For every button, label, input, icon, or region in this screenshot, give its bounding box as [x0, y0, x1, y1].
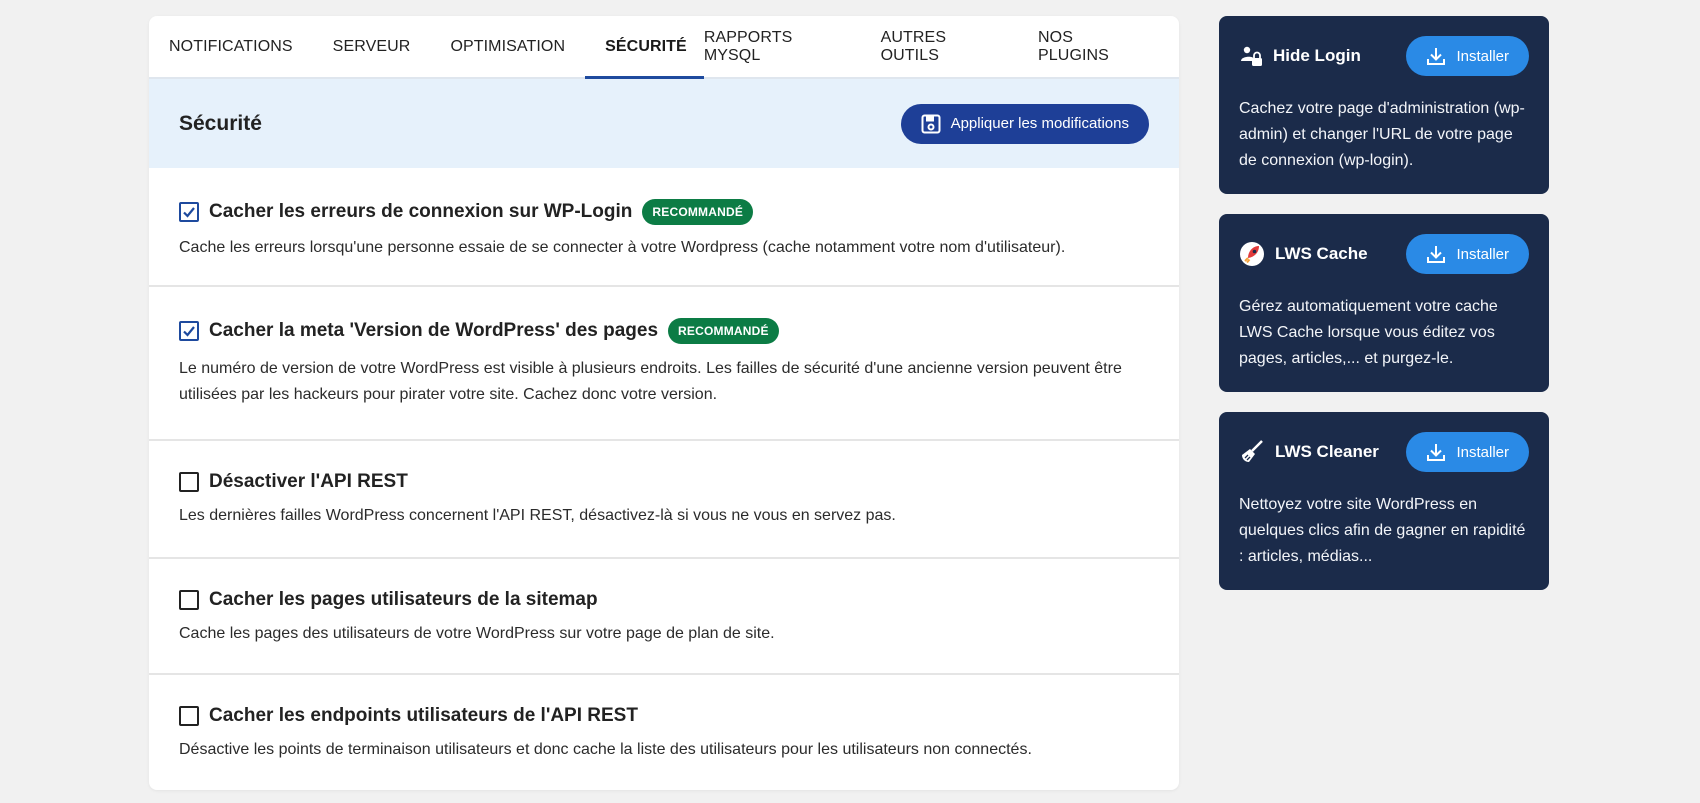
rocket-icon [1240, 242, 1264, 266]
option-hide-rest-user-endpoints: Cacher les endpoints utilisateurs de l'A… [149, 675, 1179, 763]
checkbox-hide-wp-version[interactable] [179, 321, 199, 341]
install-hide-login-button[interactable]: Installer [1406, 36, 1529, 76]
option-hide-login-errors: Cacher les erreurs de connexion sur WP-L… [149, 168, 1179, 287]
install-label: Installer [1456, 47, 1509, 65]
option-description: Les dernières failles WordPress concerne… [179, 507, 896, 524]
checkbox-hide-sitemap-users[interactable] [179, 590, 199, 610]
check-icon [183, 207, 195, 218]
tab-serveur[interactable]: SERVEUR [333, 16, 411, 77]
option-title: Cacher la meta 'Version de WordPress' de… [209, 320, 659, 341]
install-label: Installer [1456, 245, 1509, 263]
settings-panel: NOTIFICATIONS SERVEUR OPTIMISATION SÉCUR… [149, 16, 1179, 790]
option-description: Cache les erreurs lorsqu'une personne es… [179, 239, 1066, 256]
plugin-description: Nettoyez votre site WordPress en quelque… [1239, 496, 1526, 565]
checkbox-hide-login-errors[interactable] [179, 202, 199, 222]
plugin-card-lws-cache: LWS Cache Installer Gérez automatiquemen… [1219, 214, 1549, 392]
check-icon [183, 326, 195, 337]
option-description: Désactive les points de terminaison util… [179, 741, 1032, 758]
plugin-card-lws-cleaner: LWS Cleaner Installer Nettoyez votre sit… [1219, 412, 1549, 590]
plugin-card-hide-login: Hide Login Installer Cachez votre page d… [1219, 16, 1549, 194]
lock-user-icon [1241, 46, 1262, 66]
plugin-name: LWS Cleaner [1275, 442, 1379, 461]
recommended-badge: RECOMMANDÉ [668, 318, 779, 344]
option-hide-sitemap-users: Cacher les pages utilisateurs de la site… [149, 559, 1179, 675]
option-disable-rest-api: Désactiver l'API REST Les dernières fail… [149, 441, 1179, 559]
section-title: Sécurité [179, 111, 262, 135]
tab-nos-plugins[interactable]: NOS PLUGINS [1038, 16, 1139, 77]
option-title: Désactiver l'API REST [209, 471, 408, 492]
tab-securite[interactable]: SÉCURITÉ [585, 16, 704, 79]
apply-changes-label: Appliquer les modifications [950, 115, 1129, 132]
install-label: Installer [1456, 443, 1509, 461]
option-title: Cacher les endpoints utilisateurs de l'A… [209, 705, 638, 726]
tab-autres-outils[interactable]: AUTRES OUTILS [881, 16, 998, 77]
tab-bar: NOTIFICATIONS SERVEUR OPTIMISATION SÉCUR… [149, 16, 1179, 79]
option-description: Le numéro de version de votre WordPress … [179, 360, 1122, 403]
option-title: Cacher les erreurs de connexion sur WP-L… [209, 201, 633, 222]
install-lws-cache-button[interactable]: Installer [1406, 234, 1529, 274]
plugin-description: Cachez votre page d'administration (wp-a… [1239, 100, 1525, 169]
section-header: Sécurité Appliquer les modifications [149, 79, 1179, 168]
option-description: Cache les pages des utilisateurs de votr… [179, 625, 775, 642]
save-icon [921, 114, 941, 133]
option-title: Cacher les pages utilisateurs de la site… [209, 589, 598, 610]
option-hide-wp-version: Cacher la meta 'Version de WordPress' de… [149, 287, 1179, 441]
checkbox-hide-rest-user-endpoints[interactable] [179, 706, 199, 726]
checkbox-disable-rest-api[interactable] [179, 472, 199, 492]
apply-changes-button[interactable]: Appliquer les modifications [900, 103, 1149, 144]
download-icon [1427, 246, 1446, 263]
recommended-badge: RECOMMANDÉ [642, 199, 754, 225]
download-icon [1427, 48, 1446, 65]
tab-notifications[interactable]: NOTIFICATIONS [169, 16, 293, 77]
tab-rapports-mysql[interactable]: RAPPORTS MYSQL [704, 16, 841, 77]
plugin-name: LWS Cache [1275, 244, 1368, 263]
plugin-name: Hide Login [1273, 46, 1361, 65]
download-icon [1427, 444, 1446, 461]
plugin-description: Gérez automatiquement votre cache LWS Ca… [1239, 298, 1498, 367]
broom-icon [1242, 440, 1263, 462]
tab-optimisation[interactable]: OPTIMISATION [450, 16, 565, 77]
install-lws-cleaner-button[interactable]: Installer [1406, 432, 1529, 472]
